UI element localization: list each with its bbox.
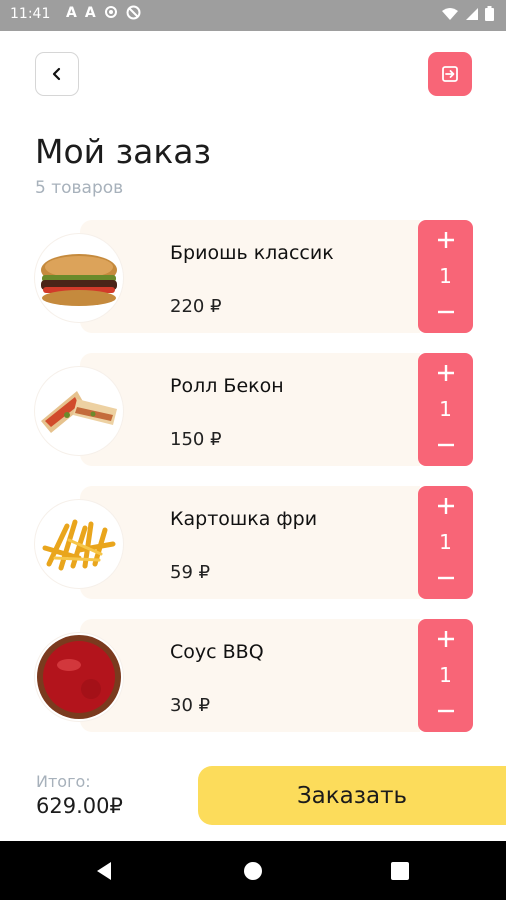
decrease-button[interactable]: [418, 697, 473, 725]
roll-image: [35, 367, 123, 455]
cart-item: Ролл Бекон 150 ₽ 1: [35, 353, 473, 466]
font-notification-icon: A: [84, 5, 96, 21]
item-card: [80, 220, 420, 333]
quantity-value: 1: [439, 264, 452, 288]
blocked-notification-icon: [126, 5, 141, 24]
total-label: Итого:: [36, 772, 91, 791]
increase-button[interactable]: [418, 625, 473, 653]
quantity-value: 1: [439, 397, 452, 421]
item-name: Ролл Бекон: [170, 375, 284, 397]
decrease-button[interactable]: [418, 298, 473, 326]
quantity-stepper: 1: [418, 619, 473, 732]
plus-icon: [437, 365, 454, 381]
item-name: Соус BBQ: [170, 641, 264, 663]
status-time: 11:41: [10, 6, 51, 22]
plus-icon: [437, 498, 454, 514]
recents-nav-icon[interactable]: [391, 862, 409, 880]
signal-icon: [465, 7, 479, 21]
quantity-stepper: 1: [418, 220, 473, 333]
increase-button[interactable]: [418, 226, 473, 254]
settings-notification-icon: [104, 5, 118, 24]
item-price: 220 ₽: [170, 296, 222, 317]
order-button[interactable]: Заказать: [198, 766, 506, 825]
system-status-icons: [441, 6, 494, 21]
item-price: 59 ₽: [170, 562, 211, 583]
exit-icon: [442, 66, 458, 82]
minus-icon: [437, 443, 454, 447]
decrease-button[interactable]: [418, 431, 473, 459]
item-name: Бриошь классик: [170, 242, 334, 264]
back-button[interactable]: [35, 52, 79, 96]
cart-item: Картошка фри 59 ₽ 1: [35, 486, 473, 599]
increase-button[interactable]: [418, 359, 473, 387]
home-nav-icon[interactable]: [243, 861, 263, 881]
wifi-icon: [441, 7, 459, 21]
item-card: [80, 353, 420, 466]
page-title: Мой заказ: [35, 132, 212, 171]
cart-item: Соус BBQ 30 ₽ 1: [35, 619, 473, 732]
burger-image: [35, 234, 123, 322]
plus-icon: [437, 631, 454, 647]
item-name: Картошка фри: [170, 508, 318, 530]
status-bar: 11:41 A A: [0, 0, 506, 31]
item-card: [80, 486, 420, 599]
system-nav-bar: [0, 841, 506, 900]
minus-icon: [437, 709, 454, 713]
quantity-stepper: 1: [418, 486, 473, 599]
back-nav-icon[interactable]: [95, 861, 113, 881]
item-price: 150 ₽: [170, 429, 222, 450]
cart-item: Бриошь классик 220 ₽ 1: [35, 220, 473, 333]
item-card: [80, 619, 420, 732]
quantity-value: 1: [439, 530, 452, 554]
fries-image: [35, 500, 123, 588]
item-price: 30 ₽: [170, 695, 211, 716]
minus-icon: [437, 576, 454, 580]
sauce-image: [35, 633, 123, 721]
chevron-left-icon: [52, 67, 61, 81]
minus-icon: [437, 310, 454, 314]
total-value: 629.00₽: [36, 794, 123, 818]
quantity-stepper: 1: [418, 353, 473, 466]
exit-button[interactable]: [428, 52, 472, 96]
plus-icon: [437, 232, 454, 248]
quantity-value: 1: [439, 663, 452, 687]
notification-icons: A A: [66, 5, 141, 24]
battery-icon: [485, 6, 494, 21]
decrease-button[interactable]: [418, 564, 473, 592]
increase-button[interactable]: [418, 492, 473, 520]
item-count: 5 товаров: [35, 178, 124, 198]
font-notification-icon: A: [66, 5, 77, 21]
